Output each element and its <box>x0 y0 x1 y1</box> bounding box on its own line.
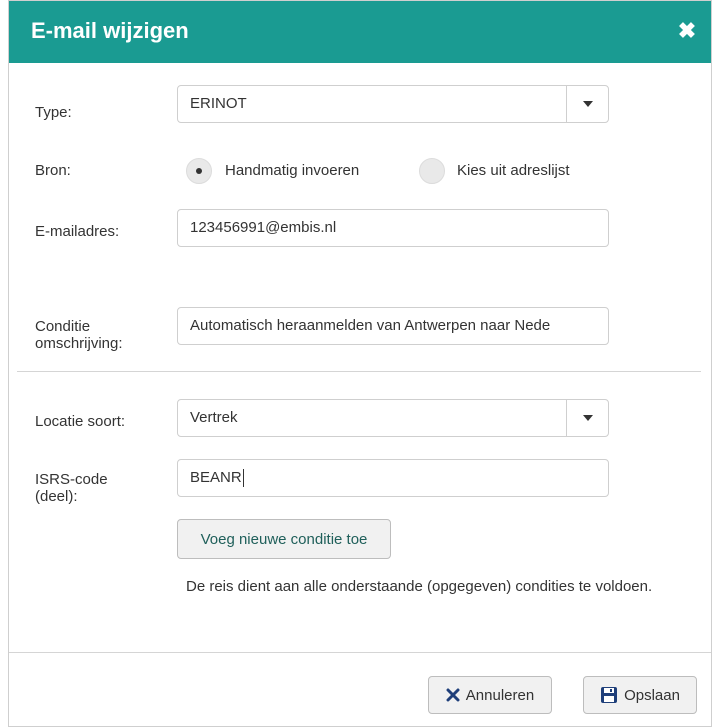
chevron-down-icon <box>582 101 593 107</box>
locatie-value: Vertrek <box>190 409 238 426</box>
radio-adreslijst[interactable] <box>419 158 445 184</box>
radio-handmatig-label[interactable]: Handmatig invoeren <box>225 162 359 179</box>
conditie-label: Conditie omschrijving: <box>35 318 123 352</box>
chevron-down-icon <box>582 415 593 421</box>
type-label: Type: <box>35 104 72 121</box>
isrs-value: BEANR <box>190 469 242 486</box>
dialog-header: E-mail wijzigen ✖ <box>9 1 711 63</box>
conditie-field[interactable]: Automatisch heraanmelden van Antwerpen n… <box>177 307 609 345</box>
cancel-label: Annuleren <box>465 686 535 704</box>
conditie-label-line2: omschrijving: <box>35 335 123 352</box>
floppy-disk-icon <box>601 687 618 703</box>
email-label: E-mailadres: <box>35 223 120 240</box>
x-icon <box>446 688 460 702</box>
text-cursor <box>242 469 244 488</box>
radio-handmatig[interactable] <box>186 158 212 184</box>
conditie-value: Automatisch heraanmelden van Antwerpen n… <box>190 317 551 334</box>
condition-hint: De reis dient aan alle onderstaande (opg… <box>186 578 653 595</box>
add-condition-button[interactable]: Voeg nieuwe conditie toe <box>177 519 391 559</box>
save-label: Opslaan <box>624 686 680 704</box>
isrs-label: ISRS-code (deel): <box>35 471 108 505</box>
radio-adreslijst-label[interactable]: Kies uit adreslijst <box>457 162 570 179</box>
email-value: 123456991@embis.nl <box>190 219 337 236</box>
isrs-label-line2: (deel): <box>35 488 78 505</box>
dialog-title: E-mail wijzigen <box>31 18 189 43</box>
isrs-field[interactable]: BEANR <box>177 459 609 497</box>
email-field[interactable]: 123456991@embis.nl <box>177 209 609 247</box>
type-select[interactable]: ERINOT <box>177 85 609 123</box>
close-icon[interactable]: ✖ <box>677 20 697 42</box>
save-button[interactable]: Opslaan <box>583 676 697 714</box>
footer-divider <box>9 652 711 653</box>
locatie-label: Locatie soort: <box>35 413 126 430</box>
edit-email-dialog: E-mail wijzigen ✖ Type: ERINOT Bron: Han… <box>8 0 712 727</box>
isrs-label-line1: ISRS-code <box>35 471 108 488</box>
locatie-dropdown-button[interactable] <box>566 400 608 436</box>
cancel-button[interactable]: Annuleren <box>428 676 552 714</box>
type-dropdown-button[interactable] <box>566 86 608 122</box>
locatie-select[interactable]: Vertrek <box>177 399 609 437</box>
add-condition-label: Voeg nieuwe conditie toe <box>200 530 368 548</box>
conditie-label-line1: Conditie <box>35 318 91 335</box>
bron-label: Bron: <box>35 162 71 179</box>
type-value: ERINOT <box>190 95 247 112</box>
divider <box>17 371 701 372</box>
radio-selected-dot <box>196 168 202 174</box>
